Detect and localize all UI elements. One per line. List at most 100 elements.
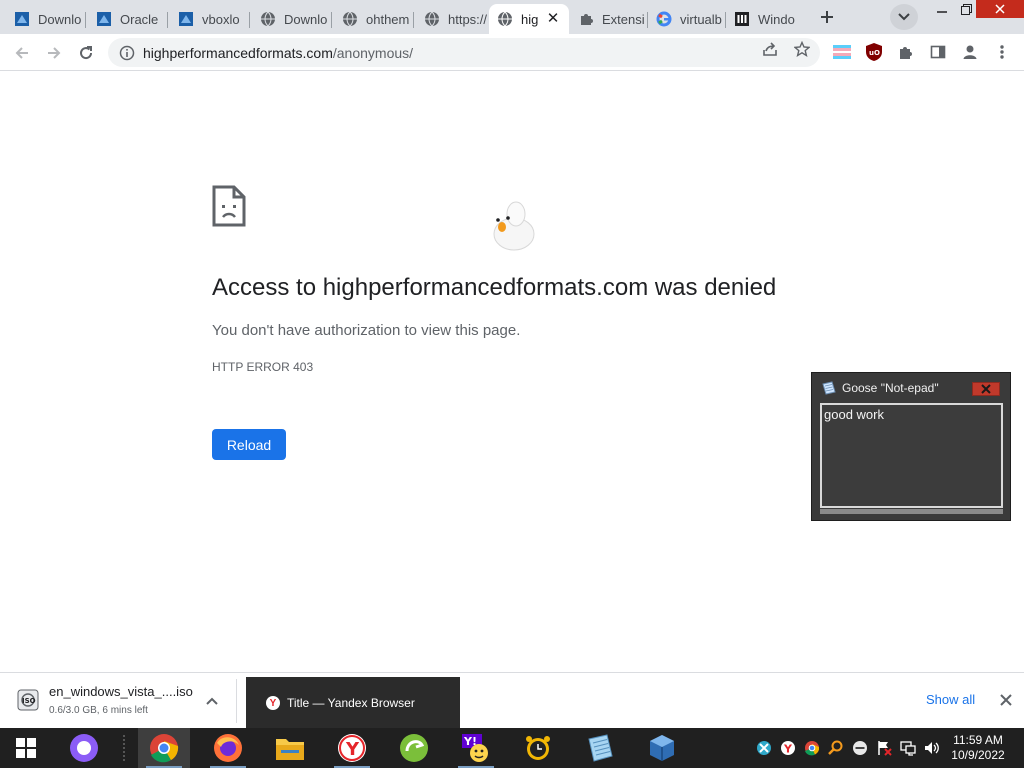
taskbar-notepad[interactable] xyxy=(574,728,626,768)
clock-time: 11:59 AM xyxy=(953,733,1003,747)
taskbar-clock[interactable]: 11:59 AM 10/9/2022 xyxy=(946,733,1010,763)
info-icon[interactable] xyxy=(119,45,135,61)
windows-logo-icon xyxy=(16,738,36,758)
close-window-button[interactable] xyxy=(976,0,1024,18)
sad-page-icon xyxy=(212,185,246,227)
yandex-icon: Y xyxy=(266,696,280,710)
notepad-icon xyxy=(588,734,613,762)
tooltip-text: Title — Yandex Browser xyxy=(287,696,415,710)
virtualbox-icon xyxy=(14,11,30,27)
shelf-divider xyxy=(236,679,237,723)
virtualbox-icon xyxy=(178,11,194,27)
tray-flag-muted-icon[interactable] xyxy=(876,740,892,756)
download-filename[interactable]: en_windows_vista_....iso xyxy=(49,684,193,699)
tab-4[interactable]: Downlo xyxy=(252,4,332,34)
tray-yandex-icon[interactable]: Y xyxy=(780,740,796,756)
taskbar: Y Y! Y 11:59 AM 10/9/2022 xyxy=(0,728,1024,768)
taskbar-virtualbox[interactable] xyxy=(636,728,688,768)
back-button[interactable] xyxy=(8,39,36,67)
svg-text:Y: Y xyxy=(783,743,793,756)
taskbar-chrome[interactable] xyxy=(138,728,190,768)
browser-toolbar: highperformancedformats.com/anonymous/ u… xyxy=(0,34,1024,71)
shelf-close-button[interactable] xyxy=(997,691,1015,709)
url-text[interactable]: highperformancedformats.com/anonymous/ xyxy=(143,45,413,61)
notepad-icon xyxy=(822,381,836,395)
reload-toolbar-button[interactable] xyxy=(72,39,100,67)
tab-10[interactable]: Windo xyxy=(726,4,804,34)
tab-3[interactable]: vboxlo xyxy=(170,4,250,34)
folder-icon xyxy=(276,739,304,760)
tab-strip: Downlo Oracle vboxlo Downlo ohthem https… xyxy=(0,0,1024,34)
reload-icon xyxy=(80,46,93,60)
notepad-title: Goose "Not-epad" xyxy=(842,381,939,395)
globe-icon xyxy=(342,11,358,27)
arrow-left-icon xyxy=(15,47,28,59)
taskbar-file-explorer[interactable] xyxy=(264,728,316,768)
chevron-down-icon xyxy=(898,13,910,21)
tab-5[interactable]: ohthem xyxy=(334,4,414,34)
chevron-up-icon xyxy=(206,697,218,705)
menu-kebab-icon[interactable] xyxy=(992,42,1012,62)
new-tab-button[interactable] xyxy=(814,5,840,29)
tab-7-active[interactable]: hig ✕ xyxy=(489,4,569,34)
taskbar-firefox[interactable] xyxy=(202,728,254,768)
tray-volume-icon[interactable] xyxy=(924,740,940,756)
tab-9[interactable]: virtualb xyxy=(648,4,726,34)
address-bar[interactable]: highperformancedformats.com/anonymous/ xyxy=(108,38,820,67)
extensions-puzzle-icon[interactable] xyxy=(896,42,916,62)
forward-button[interactable] xyxy=(40,39,68,67)
yandex-taskbar-tooltip: Y Title — Yandex Browser xyxy=(246,677,460,729)
bookmark-star-icon[interactable] xyxy=(793,40,811,58)
taskbar-yandex[interactable]: Y xyxy=(326,728,378,768)
taskbar-alice[interactable] xyxy=(58,728,110,768)
download-status: 0.6/3.0 GB, 6 mins left xyxy=(49,705,148,716)
share-icon[interactable] xyxy=(761,40,779,58)
notepad-text-area[interactable]: good work xyxy=(820,403,1003,508)
yandex-browser-icon: Y xyxy=(338,734,366,762)
tab-1[interactable]: Downlo xyxy=(6,4,86,34)
profile-avatar-icon[interactable] xyxy=(960,42,980,62)
tray-network-icon[interactable] xyxy=(900,740,916,756)
arrow-right-icon xyxy=(48,47,61,59)
taskbar-yahoo-messenger[interactable]: Y! xyxy=(450,728,502,768)
tray-network-helper-icon[interactable] xyxy=(756,740,772,756)
svg-text:Y: Y xyxy=(345,739,360,760)
taskbar-greenshot[interactable] xyxy=(388,728,440,768)
tab-6[interactable]: https:// xyxy=(416,4,488,34)
firefox-icon xyxy=(214,734,242,762)
flag-extension-icon[interactable] xyxy=(832,42,852,62)
download-options-button[interactable] xyxy=(202,691,222,711)
url-domain: highperformancedformats.com xyxy=(143,44,333,61)
close-icon xyxy=(1000,694,1012,706)
tab-8[interactable]: Extensi xyxy=(570,4,648,34)
svg-text:ISO: ISO xyxy=(22,697,36,705)
museum-icon xyxy=(734,11,750,27)
error-title: Access to highperformancedformats.com wa… xyxy=(212,274,777,301)
tray-do-not-disturb-icon[interactable] xyxy=(852,740,868,756)
close-icon xyxy=(981,384,991,394)
error-message: You don't have authorization to view thi… xyxy=(212,322,521,339)
tab-2[interactable]: Oracle xyxy=(88,4,168,34)
tray-search-icon[interactable] xyxy=(828,740,844,756)
side-panel-icon[interactable] xyxy=(928,42,948,62)
goose-notepad-window[interactable]: Goose "Not-epad" good work xyxy=(811,372,1011,521)
virtualbox-icon xyxy=(96,11,112,27)
taskbar-grip xyxy=(120,728,128,768)
notepad-titlebar[interactable]: Goose "Not-epad" xyxy=(812,373,1010,403)
tab-search-button[interactable] xyxy=(890,4,918,30)
reload-button[interactable]: Reload xyxy=(212,429,286,460)
taskbar-alarm-clock[interactable] xyxy=(512,728,564,768)
ublock-origin-icon[interactable]: uO xyxy=(864,42,884,62)
notepad-close-button[interactable] xyxy=(972,382,1000,396)
close-tab-icon[interactable]: ✕ xyxy=(545,11,561,27)
show-all-link[interactable]: Show all xyxy=(926,692,975,707)
tray-chrome-icon[interactable] xyxy=(804,740,820,756)
notepad-scrollbar[interactable] xyxy=(820,509,1003,514)
iso-file-icon[interactable]: ISO xyxy=(17,689,39,711)
yahoo-icon: Y! xyxy=(462,734,488,762)
error-code: HTTP ERROR 403 xyxy=(212,360,314,374)
start-button[interactable] xyxy=(0,728,52,768)
clock-date: 10/9/2022 xyxy=(951,748,1005,762)
globe-icon xyxy=(260,11,276,27)
goose-icon xyxy=(493,201,535,251)
